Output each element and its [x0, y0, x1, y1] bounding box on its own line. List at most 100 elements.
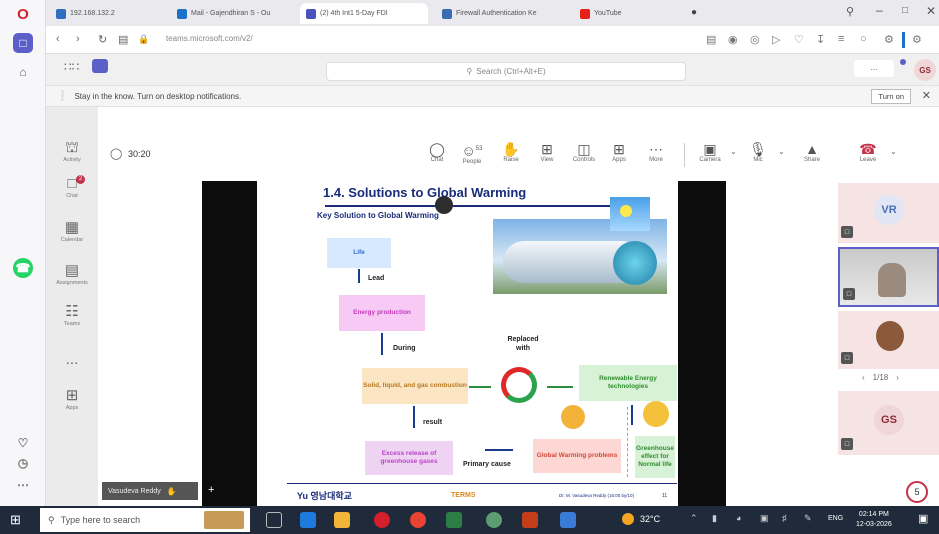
participant-tile[interactable]: □ [838, 311, 939, 369]
opera-icon[interactable] [374, 512, 390, 528]
rail-teams[interactable]: ☷ Teams [46, 303, 98, 327]
excel-icon[interactable] [446, 512, 462, 528]
university-logo: Yu 영남대학교 [297, 491, 352, 501]
chevron-right-icon[interactable]: › [896, 373, 899, 382]
temperature[interactable]: 32°C [640, 514, 660, 524]
share-button[interactable]: ▲ Share [797, 141, 827, 163]
forward-icon[interactable]: › [76, 33, 80, 45]
chevron-up-icon[interactable]: ⌃ [690, 513, 698, 524]
app-launcher-icon[interactable]: ∷∷ [64, 60, 79, 74]
history-icon[interactable]: ◷ [13, 453, 33, 473]
participant-tile[interactable]: VR □ [838, 183, 939, 243]
player-icon[interactable]: ▷ [772, 33, 780, 46]
tab-teams[interactable]: (2) 4th Int1 5-Day FDI [300, 3, 428, 24]
back-icon[interactable]: ‹ [56, 33, 60, 45]
chevron-down-icon[interactable]: ⌄ [778, 147, 785, 156]
camera-icon[interactable]: ◉ [728, 33, 738, 46]
battery-icon[interactable]: ▮ [712, 513, 717, 524]
weather-icon [622, 513, 634, 525]
reload-icon[interactable]: ↻ [98, 33, 107, 46]
minimize-button[interactable]: – [876, 3, 883, 17]
rail-apps[interactable]: ⊞ Apps [46, 387, 98, 411]
close-button[interactable]: ✕ [926, 4, 936, 18]
tab-ip[interactable]: 192.168.132.2 [50, 3, 150, 24]
home-icon[interactable]: ⌂ [13, 62, 33, 82]
pen-icon[interactable]: ✎ [804, 513, 812, 524]
language-indicator[interactable]: ENG [828, 515, 843, 522]
rail-chat[interactable]: □ 2 Chat [46, 175, 98, 199]
windows-start-icon[interactable]: ⊞ [10, 512, 21, 528]
search-tabs-icon[interactable]: ⚲ [846, 5, 854, 18]
close-icon[interactable]: ✕ [922, 89, 931, 102]
tab-mail[interactable]: Mail - Gajendhiran S - Ou [171, 3, 296, 24]
rail-more[interactable]: ... [46, 351, 98, 369]
notification-counter[interactable]: 5 [906, 481, 928, 503]
teams-icon: ☷ [65, 303, 79, 320]
edge-icon[interactable] [300, 512, 316, 528]
add-icon[interactable]: + [208, 484, 214, 496]
whatsapp-icon[interactable]: ☎ [13, 258, 33, 278]
turn-on-button[interactable]: Turn on [871, 89, 911, 104]
menu-icon[interactable]: ≡ [838, 33, 844, 45]
maximize-button[interactable]: □ [902, 5, 908, 16]
teams-icon [306, 8, 316, 19]
camera-button[interactable]: ▣ Camera [695, 141, 725, 163]
extension-icon[interactable]: ▤ [706, 33, 716, 46]
people-button[interactable]: ☺53 People [457, 141, 487, 165]
profile-photo [876, 321, 904, 351]
chat-button[interactable]: ◯ Chat [422, 141, 452, 163]
opera-workspace-icon[interactable]: □ [13, 33, 33, 53]
rail-calendar[interactable]: ▦ Calendar [46, 219, 98, 243]
more-button[interactable]: ... [854, 60, 894, 77]
chevron-down-icon[interactable]: ⌄ [730, 147, 737, 156]
leave-button[interactable]: ☎ Leave [853, 141, 883, 163]
letterbox-right [678, 181, 726, 506]
easy-setup-icon[interactable]: ⚙ [912, 33, 922, 46]
opera-logo-icon[interactable]: O [13, 4, 33, 24]
raise-hand-button[interactable]: ✋ Raise [496, 141, 526, 163]
search-placeholder: Type here to search [60, 515, 141, 525]
shield-icon[interactable]: ♡ [794, 33, 804, 46]
tool-label: Controls [572, 157, 596, 163]
display-icon[interactable]: ▣ [760, 513, 769, 524]
taskbar-search-input[interactable]: ⚲ Type here to search [40, 508, 250, 532]
app-icon[interactable] [486, 512, 502, 528]
powerpoint-icon[interactable] [522, 512, 538, 528]
app-icon[interactable] [560, 512, 576, 528]
view-button[interactable]: ⊞ View [532, 141, 562, 163]
info-icon: ❕ [56, 90, 69, 102]
tab-firewall[interactable]: Firewall Authentication Ke [436, 3, 571, 24]
new-tab-button[interactable]: ● [691, 7, 697, 18]
clock[interactable]: 02:14 PM 12-03-2026 [856, 510, 892, 530]
mic-button[interactable]: 🎙 Mic [743, 141, 773, 163]
search-input[interactable]: ⚲ Search (Ctrl+Alt+E) [326, 62, 686, 81]
file-explorer-icon[interactable] [334, 512, 350, 528]
tab-youtube[interactable]: YouTube [574, 3, 664, 24]
heart-icon[interactable]: ♡ [13, 433, 33, 453]
chrome-icon[interactable] [410, 512, 426, 528]
volume-icon[interactable]: ♯ [782, 513, 787, 523]
controls-button[interactable]: ◫ Controls [569, 141, 599, 163]
profile-icon[interactable]: ○ [860, 33, 867, 45]
participant-tile[interactable]: GS □ [838, 391, 939, 455]
rail-assignments[interactable]: ▤ Assignments [46, 262, 98, 286]
chevron-left-icon[interactable]: ‹ [862, 373, 865, 382]
vpn-icon[interactable]: ◎ [750, 33, 760, 46]
network-icon[interactable]: ◕ [736, 513, 741, 523]
download-icon[interactable]: ↧ [816, 33, 825, 46]
mic-off-icon: □ [841, 226, 853, 238]
box-life: Life [327, 238, 391, 268]
rail-activity[interactable]: ⛫ Activity [46, 139, 98, 163]
participant-tile-active[interactable]: □ [838, 247, 939, 307]
apps-button[interactable]: ⊞ Apps [604, 141, 634, 163]
more-icon[interactable]: ⋯ [13, 475, 33, 495]
more-button[interactable]: ⋯ More [641, 141, 671, 163]
settings-icon[interactable]: ⚙ [884, 33, 894, 46]
snapshot-icon[interactable]: ▤ [118, 33, 128, 46]
arrow [469, 386, 491, 388]
task-view-icon[interactable] [266, 512, 282, 528]
chevron-down-icon[interactable]: ⌄ [890, 147, 897, 156]
avatar[interactable]: GS [914, 59, 936, 81]
notifications-icon[interactable]: ▣ [918, 512, 928, 525]
url-field[interactable]: teams.microsoft.com/v2/ [166, 34, 253, 43]
